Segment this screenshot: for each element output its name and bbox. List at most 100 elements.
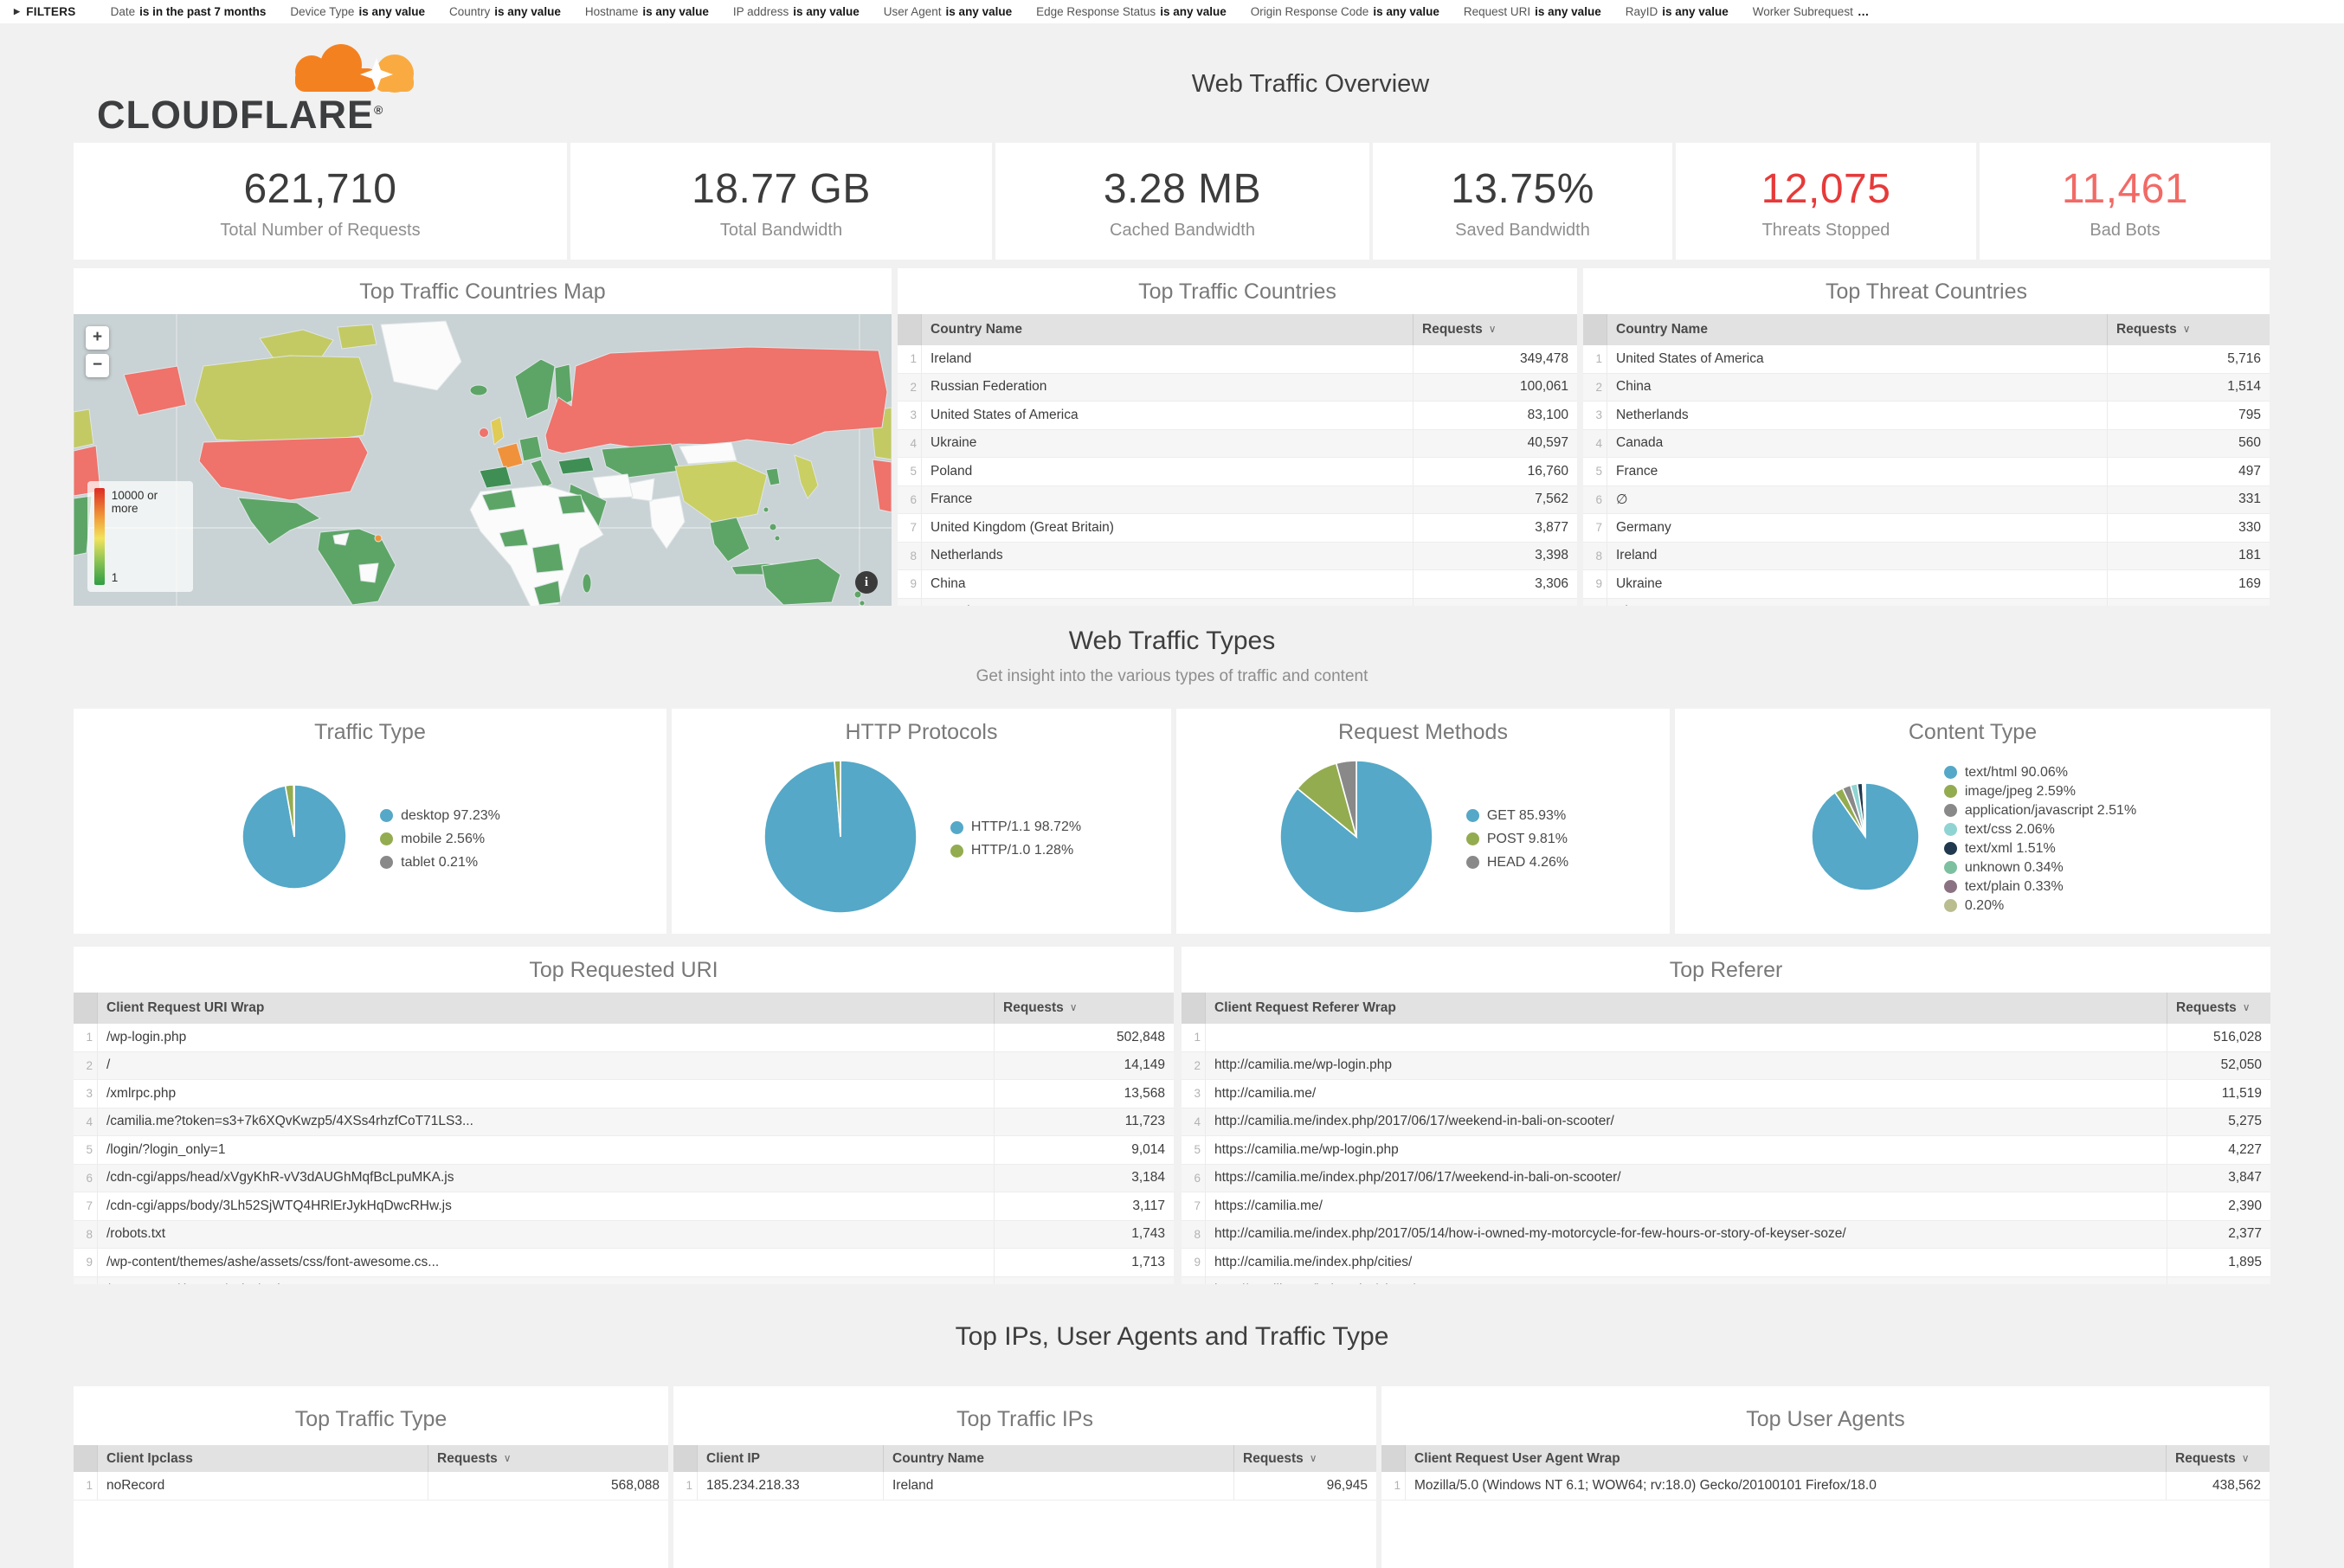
pie-chart[interactable] <box>1809 781 1922 897</box>
column-header[interactable]: Requests∨ <box>428 1445 668 1472</box>
table-row[interactable]: 7https://camilia.me/2,390 <box>1182 1192 2270 1221</box>
column-header[interactable]: Country Name <box>921 314 1413 345</box>
filter-item[interactable]: Hostnameis any value <box>585 5 709 18</box>
table-row[interactable]: 5France497 <box>1583 458 2270 486</box>
table-row[interactable]: 1Ireland349,478 <box>898 345 1577 374</box>
column-header[interactable]: Client Request User Agent Wrap <box>1405 1445 2166 1472</box>
table-row[interactable]: 10/wp-content/themes/ashe/style.css?ver=… <box>74 1277 1174 1285</box>
filter-item[interactable]: Edge Response Statusis any value <box>1036 5 1227 18</box>
pie-chart[interactable] <box>240 782 349 896</box>
table-row[interactable]: 1/wp-login.php502,848 <box>74 1024 1174 1052</box>
filter-item[interactable]: Device Typeis any value <box>290 5 425 18</box>
table-row[interactable]: 3/xmlrpc.php13,568 <box>74 1080 1174 1109</box>
table-row[interactable]: 6/cdn-cgi/apps/head/xVgyKhR-vV3dAUGhMqfB… <box>74 1165 1174 1193</box>
legend-item[interactable]: unknown 0.34% <box>1944 860 2136 876</box>
table-row[interactable]: 1Mozilla/5.0 (Windows NT 6.1; WOW64; rv:… <box>1381 1472 2270 1501</box>
table-row[interactable]: 9Ukraine169 <box>1583 570 2270 599</box>
legend-item[interactable]: application/javascript 2.51% <box>1944 803 2136 819</box>
table-row[interactable]: 8/robots.txt1,743 <box>74 1221 1174 1250</box>
table-row[interactable]: 7/cdn-cgi/apps/body/3Lh52SjWTQ4HRlErJykH… <box>74 1192 1174 1221</box>
zoom-in-button[interactable]: + <box>86 326 109 350</box>
filter-item[interactable]: Dateis in the past 7 months <box>111 5 267 18</box>
info-icon[interactable]: i <box>855 571 878 594</box>
table-row[interactable]: 3http://camilia.me/11,519 <box>1182 1080 2270 1109</box>
legend-item[interactable]: image/jpeg 2.59% <box>1944 784 2136 800</box>
column-header[interactable]: Client Ipclass <box>97 1445 428 1472</box>
column-header[interactable]: Client IP <box>697 1445 883 1472</box>
table-row[interactable]: 6∅331 <box>1583 486 2270 515</box>
table-row[interactable]: 8Ireland181 <box>1583 543 2270 571</box>
table-row[interactable]: 5Poland16,760 <box>898 458 1577 486</box>
table-row[interactable]: 8http://camilia.me/index.php/2017/05/14/… <box>1182 1221 2270 1250</box>
table-row[interactable]: 5https://camilia.me/wp-login.php4,227 <box>1182 1136 2270 1165</box>
legend-item[interactable]: HEAD 4.26% <box>1466 855 1568 871</box>
table-row[interactable]: 10Canada2,215 <box>898 599 1577 607</box>
table-row[interactable]: 1185.234.218.33Ireland96,945 <box>673 1472 1376 1501</box>
zoom-out-button[interactable]: − <box>86 354 109 377</box>
sort-desc-icon[interactable]: ∨ <box>2243 1001 2251 1013</box>
table-row[interactable]: 1United States of America5,716 <box>1583 345 2270 374</box>
legend-item[interactable]: GET 85.93% <box>1466 808 1568 824</box>
table-row[interactable]: 2http://camilia.me/wp-login.php52,050 <box>1182 1052 2270 1081</box>
sort-desc-icon[interactable]: ∨ <box>504 1452 512 1464</box>
table-row[interactable]: 3United States of America83,100 <box>898 402 1577 430</box>
sort-desc-icon[interactable]: ∨ <box>1070 1001 1078 1013</box>
table-row[interactable]: 3Netherlands795 <box>1583 402 2270 430</box>
sort-desc-icon[interactable]: ∨ <box>1489 323 1497 335</box>
table-row[interactable]: 2/14,149 <box>74 1052 1174 1081</box>
table-row[interactable]: 9/wp-content/themes/ashe/assets/css/font… <box>74 1249 1174 1277</box>
column-header[interactable]: Requests∨ <box>994 993 1174 1024</box>
legend-item[interactable]: HTTP/1.1 98.72% <box>950 819 1081 835</box>
sort-desc-icon[interactable]: ∨ <box>1310 1452 1317 1464</box>
column-header[interactable]: Country Name <box>1607 314 2107 345</box>
table-row[interactable]: 4Ukraine40,597 <box>898 430 1577 459</box>
table-row[interactable]: 9http://camilia.me/index.php/cities/1,89… <box>1182 1249 2270 1277</box>
filter-item[interactable]: Countryis any value <box>449 5 561 18</box>
legend-item[interactable]: desktop 97.23% <box>380 808 500 824</box>
table-row[interactable]: 8Netherlands3,398 <box>898 543 1577 571</box>
filter-item[interactable]: Request URIis any value <box>1464 5 1601 18</box>
table-row[interactable]: 6France7,562 <box>898 486 1577 515</box>
pie-chart[interactable] <box>762 758 919 920</box>
legend-item[interactable]: mobile 2.56% <box>380 832 500 847</box>
column-header[interactable]: Client Request URI Wrap <box>97 993 994 1024</box>
world-map[interactable]: + − 10000 or more 1 i <box>74 314 892 606</box>
filter-item[interactable]: User Agentis any value <box>884 5 1012 18</box>
legend-item[interactable]: 0.20% <box>1944 898 2136 914</box>
filters-toggle[interactable]: ▶ FILTERS <box>14 5 76 18</box>
table-row[interactable]: 10http://camilia.me/index.php/about/1,47… <box>1182 1277 2270 1285</box>
column-header[interactable]: Client Request Referer Wrap <box>1205 993 2167 1024</box>
pie-chart[interactable] <box>1278 758 1435 920</box>
legend-item[interactable]: HTTP/1.0 1.28% <box>950 843 1081 858</box>
table-row[interactable]: 9China3,306 <box>898 570 1577 599</box>
sort-desc-icon[interactable]: ∨ <box>2183 323 2191 335</box>
filter-item[interactable]: Worker Subrequest… <box>1753 5 1870 18</box>
legend-item[interactable]: text/xml 1.51% <box>1944 841 2136 857</box>
column-header[interactable]: Country Name <box>883 1445 1233 1472</box>
table-row[interactable]: 7Germany330 <box>1583 514 2270 543</box>
column-header[interactable]: Requests∨ <box>2167 993 2270 1024</box>
table-row[interactable]: 4http://camilia.me/index.php/2017/06/17/… <box>1182 1109 2270 1137</box>
legend-item[interactable]: tablet 0.21% <box>380 855 500 871</box>
column-header[interactable]: Requests∨ <box>1413 314 1577 345</box>
column-header[interactable]: Requests∨ <box>1233 1445 1376 1472</box>
filter-item[interactable]: Origin Response Codeis any value <box>1251 5 1439 18</box>
table-row[interactable]: 5/login/?login_only=19,014 <box>74 1136 1174 1165</box>
table-row[interactable]: 6https://camilia.me/index.php/2017/06/17… <box>1182 1165 2270 1193</box>
legend-item[interactable]: text/plain 0.33% <box>1944 879 2136 895</box>
column-header[interactable]: Requests∨ <box>2107 314 2270 345</box>
table-row[interactable]: 4/camilia.me?token=s3+7k6XQvKwzp5/4XSs4r… <box>74 1109 1174 1137</box>
filter-item[interactable]: RayIDis any value <box>1626 5 1729 18</box>
sort-desc-icon[interactable]: ∨ <box>2242 1452 2250 1464</box>
table-row[interactable]: 2China1,514 <box>1583 374 2270 402</box>
legend-item[interactable]: POST 9.81% <box>1466 832 1568 847</box>
table-row[interactable]: 7United Kingdom (Great Britain)3,877 <box>898 514 1577 543</box>
legend-item[interactable]: text/css 2.06% <box>1944 822 2136 838</box>
table-row[interactable]: 4Canada560 <box>1583 430 2270 459</box>
table-row[interactable]: 2Russian Federation100,061 <box>898 374 1577 402</box>
table-row[interactable]: 10Singapore158 <box>1583 599 2270 607</box>
filter-item[interactable]: IP addressis any value <box>733 5 860 18</box>
legend-item[interactable]: text/html 90.06% <box>1944 765 2136 781</box>
column-header[interactable]: Requests∨ <box>2166 1445 2270 1472</box>
table-row[interactable]: 1516,028 <box>1182 1024 2270 1052</box>
